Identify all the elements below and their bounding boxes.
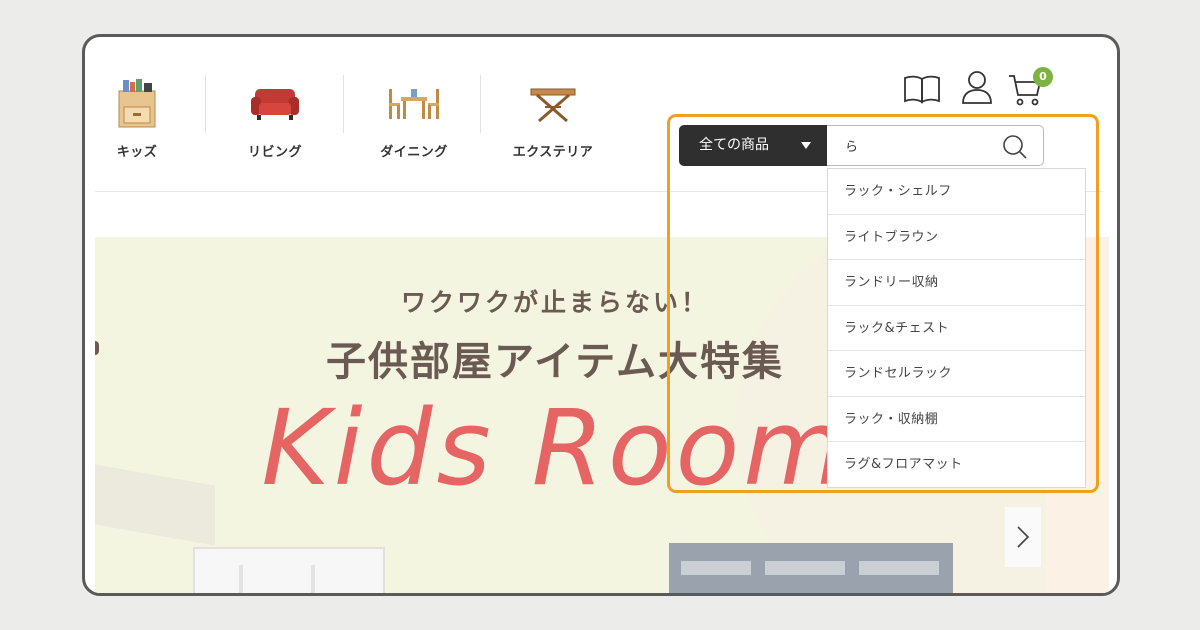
category-living[interactable]: リビング <box>235 73 315 163</box>
kids-shelf-icon <box>107 73 167 133</box>
shelf-image <box>193 547 385 593</box>
account-icon[interactable] <box>961 69 993 109</box>
search-scope-label: 全ての商品 <box>699 137 769 153</box>
search-button[interactable] <box>1001 133 1029 161</box>
suggestion-item[interactable]: ライトブラウン <box>828 215 1085 260</box>
browser-frame: キッズ リビング ダイニング エクステリア 0 ワクワクが止まらない！ 子供部屋… <box>82 34 1120 596</box>
catalog-book-icon[interactable] <box>903 73 941 109</box>
category-label: キッズ <box>116 145 158 160</box>
red-sofa-icon <box>235 73 315 133</box>
category-label: リビング <box>247 145 302 160</box>
divider <box>480 75 481 133</box>
search-scope-select[interactable]: 全ての商品 <box>679 125 827 166</box>
bunk-bed-image <box>669 543 953 593</box>
divider <box>205 75 206 133</box>
category-exterior[interactable]: エクステリア <box>503 73 603 163</box>
suggestion-item[interactable]: ランドセルラック <box>828 351 1085 397</box>
search-icon <box>1003 135 1027 159</box>
chevron-right-icon <box>1017 526 1030 548</box>
cart-count-badge: 0 <box>1033 67 1053 87</box>
category-nav: キッズ リビング ダイニング エクステリア <box>85 37 645 187</box>
category-label: エクステリア <box>512 145 594 160</box>
divider <box>343 75 344 133</box>
search-suggestions: ラック・シェルフ ライトブラウン ランドリー収納 ラック&チェスト ランドセルラ… <box>827 168 1086 488</box>
category-label: ダイニング <box>380 145 448 160</box>
suggestion-item[interactable]: ラグ&フロアマット <box>828 442 1085 488</box>
caret-down-icon <box>801 142 811 149</box>
outdoor-table-icon <box>503 73 603 133</box>
carousel-next-button[interactable] <box>1005 507 1041 567</box>
category-kids[interactable]: キッズ <box>107 73 167 163</box>
suggestion-item[interactable]: ラック・シェルフ <box>828 169 1085 215</box>
dining-set-icon <box>369 73 459 133</box>
suggestion-item[interactable]: ラック&チェスト <box>828 306 1085 351</box>
suggestion-item[interactable]: ラック・収納棚 <box>828 397 1085 442</box>
suggestion-item[interactable]: ランドリー収納 <box>828 260 1085 306</box>
category-dining[interactable]: ダイニング <box>369 73 459 163</box>
